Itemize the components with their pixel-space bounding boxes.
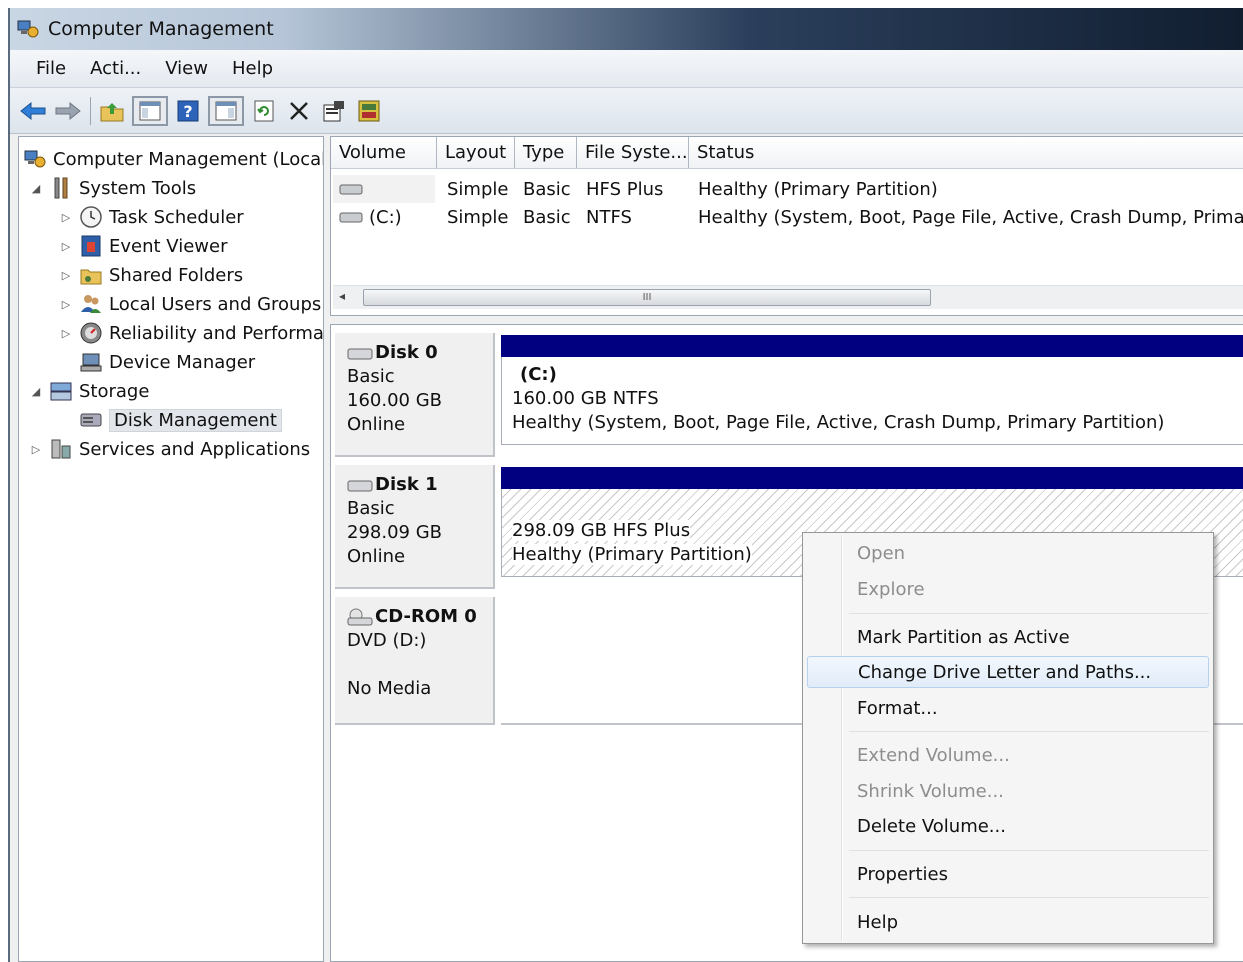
- cell-file-system: NTFS: [586, 206, 632, 228]
- cd-drive-icon: [347, 608, 373, 626]
- window-title: Computer Management: [48, 18, 274, 40]
- collapsed-arrow-icon[interactable]: ▷: [59, 298, 73, 311]
- toolbar-separator: [90, 96, 91, 125]
- disk-icon: [347, 480, 373, 492]
- expanded-arrow-icon[interactable]: ◢: [29, 182, 43, 195]
- menu-item-shrink-volume[interactable]: Shrink Volume...: [807, 775, 1209, 807]
- collapsed-arrow-icon[interactable]: ▷: [29, 443, 43, 456]
- menu-view[interactable]: View: [153, 58, 220, 79]
- properties-icon[interactable]: [319, 96, 349, 126]
- performance-gauge-icon: [80, 322, 102, 344]
- users-icon: [81, 295, 101, 313]
- event-viewer-icon: [81, 235, 101, 257]
- cell-type: Basic: [523, 206, 571, 228]
- drive-icon: [339, 212, 363, 223]
- tree-item-task-scheduler[interactable]: ▷ Task Scheduler: [59, 203, 244, 231]
- menu-item-properties[interactable]: Properties: [807, 858, 1209, 890]
- disk-management-icon: [80, 413, 102, 427]
- disk-info-1[interactable]: Disk 1 Basic 298.09 GB Online: [335, 465, 495, 589]
- table-row[interactable]: (C:): [333, 203, 435, 231]
- show-hide-action-pane-icon[interactable]: [208, 95, 244, 126]
- refresh-icon[interactable]: [249, 96, 279, 126]
- menu-separator: [849, 897, 1209, 898]
- disk-info-cdrom[interactable]: CD-ROM 0 DVD (D:) No Media: [335, 597, 495, 725]
- menu-item-explore[interactable]: Explore: [807, 573, 1209, 605]
- partition-c[interactable]: (C:) 160.00 GB NTFS Healthy (System, Boo…: [501, 335, 1243, 445]
- services-icon: [51, 439, 71, 459]
- tree-item-local-users[interactable]: ▷ Local Users and Groups: [59, 290, 322, 318]
- disk-row-0: Disk 0 Basic 160.00 GB Online (C:) 160.0…: [331, 333, 1243, 457]
- cell-status: Healthy (System, Boot, Page File, Active…: [698, 206, 1243, 228]
- menu-item-format[interactable]: Format...: [807, 692, 1209, 724]
- partition-bar: [501, 467, 1243, 489]
- column-header-layout[interactable]: Layout: [437, 137, 515, 169]
- tree-item-computer-management[interactable]: Computer Management (Local: [23, 145, 323, 173]
- back-arrow-icon[interactable]: [18, 96, 48, 126]
- show-hide-tree-icon[interactable]: [132, 95, 168, 126]
- collapsed-arrow-icon[interactable]: ▷: [59, 240, 73, 253]
- column-header-type[interactable]: Type: [515, 137, 577, 169]
- forward-arrow-icon[interactable]: [53, 96, 83, 126]
- menu-separator: [849, 850, 1209, 851]
- expanded-arrow-icon[interactable]: ◢: [29, 385, 43, 398]
- table-row[interactable]: [333, 175, 435, 203]
- disk-icon: [347, 348, 373, 360]
- partition-bar: [501, 335, 1243, 357]
- menu-item-extend-volume[interactable]: Extend Volume...: [807, 739, 1209, 771]
- cell-layout: Simple: [447, 178, 509, 200]
- tree-item-device-manager[interactable]: Device Manager: [79, 348, 255, 376]
- device-manager-icon: [80, 353, 102, 372]
- column-header-status[interactable]: Status: [689, 137, 1243, 169]
- up-folder-icon[interactable]: [97, 96, 127, 126]
- column-header-file-system[interactable]: File Syste...: [577, 137, 689, 169]
- column-header-volume[interactable]: Volume: [331, 137, 437, 169]
- collapsed-arrow-icon[interactable]: ▷: [59, 211, 73, 224]
- tree-item-system-tools[interactable]: ◢ System Tools: [29, 174, 196, 202]
- tree-item-reliability[interactable]: ▷ Reliability and Performa: [59, 319, 323, 347]
- shared-folder-icon: [80, 269, 102, 285]
- tree-item-services[interactable]: ▷ Services and Applications: [29, 435, 310, 463]
- tree-item-event-viewer[interactable]: ▷ Event Viewer: [59, 232, 227, 260]
- menu-separator: [849, 731, 1209, 732]
- console-tree: Computer Management (Local ◢ System Tool…: [18, 136, 324, 962]
- cell-type: Basic: [523, 178, 571, 200]
- toolbar: ?: [10, 88, 1243, 134]
- tree-item-storage[interactable]: ◢ Storage: [29, 377, 150, 405]
- computer-management-icon: [24, 150, 46, 168]
- menu-file[interactable]: File: [24, 58, 78, 79]
- tree-item-disk-management[interactable]: Disk Management: [79, 406, 282, 434]
- computer-management-icon: [17, 20, 39, 38]
- help-icon[interactable]: ?: [173, 96, 203, 126]
- cell-file-system: HFS Plus: [586, 178, 664, 200]
- volume-list: Volume Layout Type File Syste... Status …: [330, 136, 1243, 316]
- collapsed-arrow-icon[interactable]: ▷: [59, 269, 73, 282]
- menu-help[interactable]: Help: [220, 58, 285, 79]
- menu-separator: [849, 613, 1209, 614]
- menu-item-help[interactable]: Help: [807, 906, 1209, 938]
- disk-info-0[interactable]: Disk 0 Basic 160.00 GB Online: [335, 333, 495, 457]
- menu-item-change-drive-letter[interactable]: Change Drive Letter and Paths...: [807, 656, 1209, 688]
- collapsed-arrow-icon[interactable]: ▷: [59, 327, 73, 340]
- horizontal-scrollbar[interactable]: ◂ III: [333, 285, 1243, 309]
- title-bar[interactable]: Computer Management: [10, 8, 1243, 50]
- scroll-left-icon[interactable]: ◂: [339, 289, 345, 303]
- menu-item-delete-volume[interactable]: Delete Volume...: [807, 810, 1209, 842]
- tree-item-shared-folders[interactable]: ▷ Shared Folders: [59, 261, 243, 289]
- context-menu: Open Explore Mark Partition as Active Ch…: [802, 532, 1214, 944]
- cell-status: Healthy (Primary Partition): [698, 178, 938, 200]
- drive-icon: [339, 184, 363, 195]
- svg-text:?: ?: [183, 102, 192, 121]
- clock-icon: [80, 206, 102, 228]
- menu-item-open[interactable]: Open: [807, 537, 1209, 569]
- disk-props-icon[interactable]: [354, 96, 384, 126]
- scrollbar-thumb[interactable]: III: [363, 289, 931, 306]
- menu-action[interactable]: Acti...: [78, 58, 153, 79]
- menu-item-mark-active[interactable]: Mark Partition as Active: [807, 621, 1209, 653]
- menu-bar: File Acti... View Help: [10, 50, 1243, 88]
- cell-layout: Simple: [447, 206, 509, 228]
- delete-icon[interactable]: [284, 96, 314, 126]
- storage-icon: [50, 382, 72, 401]
- system-tools-icon: [54, 177, 68, 199]
